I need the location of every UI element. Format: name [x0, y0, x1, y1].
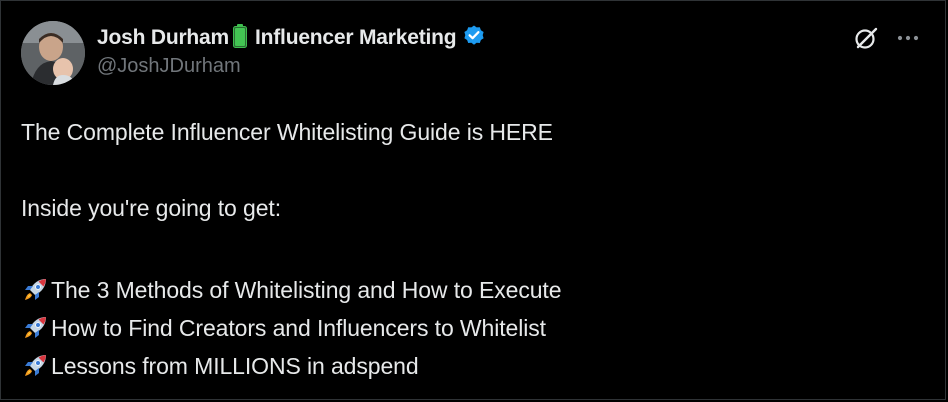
- grok-icon[interactable]: [853, 25, 879, 51]
- author-name-row: Josh Durham Influencer Marketing: [97, 23, 486, 53]
- list-item-text: The 3 Methods of Whitelisting and How to…: [51, 277, 562, 303]
- post-headline: The Complete Influencer Whitelisting Gui…: [21, 119, 553, 145]
- author-name-suffix[interactable]: Influencer Marketing: [255, 26, 457, 50]
- post-intro: Inside you're going to get:: [21, 195, 281, 221]
- list-item: The 3 Methods of Whitelisting and How to…: [21, 271, 562, 309]
- rocket-icon: [21, 314, 49, 342]
- avatar-photo: [21, 21, 85, 85]
- rocket-icon: [21, 276, 49, 304]
- rocket-icon: [21, 352, 49, 380]
- post-card: Josh Durham Influencer Marketing @JoshJD…: [0, 0, 946, 400]
- verified-badge-icon[interactable]: [462, 24, 486, 53]
- more-options-icon[interactable]: [897, 35, 919, 41]
- list-item: Lessons from MILLIONS in adspend: [21, 347, 561, 385]
- post-header: Josh Durham Influencer Marketing @JoshJD…: [97, 23, 486, 78]
- post-text: The Complete Influencer Whitelisting Gui…: [21, 113, 562, 385]
- author-display-name[interactable]: Josh Durham: [97, 26, 229, 50]
- author-handle[interactable]: @JoshJDurham: [97, 55, 486, 78]
- list-item-text: How to Find Creators and Influencers to …: [51, 315, 546, 341]
- list-item: How to Find Creators and Influencers to …: [21, 309, 561, 347]
- avatar[interactable]: [21, 21, 85, 85]
- list-item-text: Lessons from MILLIONS in adspend: [51, 353, 419, 379]
- battery-icon: [233, 23, 247, 53]
- post-actions: [853, 25, 919, 51]
